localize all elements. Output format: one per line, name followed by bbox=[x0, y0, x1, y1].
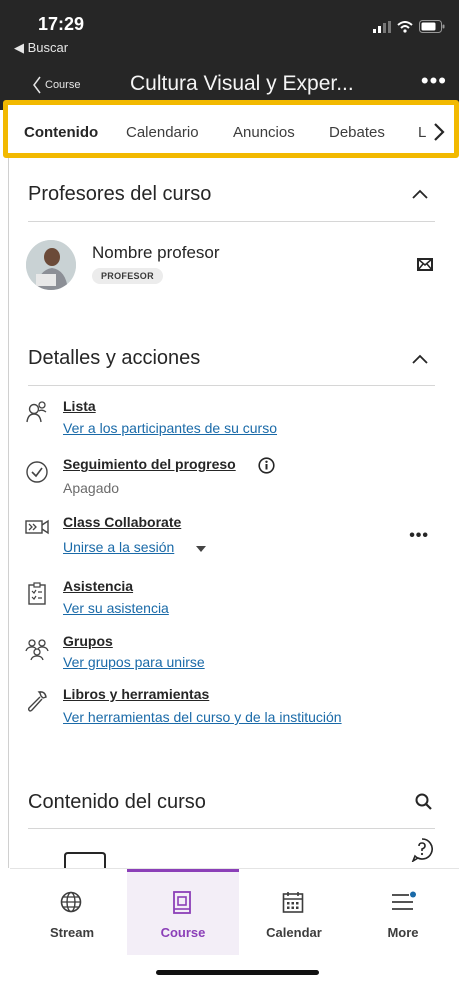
nav-stream-label: Stream bbox=[49, 925, 95, 940]
avatar bbox=[26, 240, 76, 290]
signal-icon bbox=[373, 20, 391, 33]
section-divider bbox=[28, 828, 435, 829]
roster-link[interactable]: Ver a los participantes de su curso bbox=[63, 420, 277, 436]
globe-icon bbox=[60, 891, 82, 913]
collaborate-icon bbox=[25, 519, 49, 535]
caret-down-icon[interactable] bbox=[196, 546, 206, 553]
calendar-icon bbox=[282, 892, 304, 913]
instructor-name[interactable]: Nombre profesor bbox=[92, 243, 220, 263]
roster-icon bbox=[26, 401, 47, 423]
back-label: Course bbox=[45, 79, 81, 91]
collaborate-title[interactable]: Class Collaborate bbox=[63, 514, 181, 530]
help-icon[interactable] bbox=[411, 838, 433, 862]
search-icon[interactable] bbox=[415, 793, 432, 810]
tab-contenido[interactable]: Contenido bbox=[24, 124, 98, 141]
chevron-up-icon[interactable] bbox=[411, 188, 429, 200]
nav-more-label: More bbox=[387, 925, 419, 940]
info-icon[interactable] bbox=[258, 457, 275, 474]
nav-calendar-label: Calendar bbox=[266, 925, 322, 940]
content-section-title: Contenido del curso bbox=[28, 791, 206, 813]
role-badge: PROFESOR bbox=[92, 268, 163, 284]
section-divider bbox=[28, 221, 435, 222]
tab-debates[interactable]: Debates bbox=[329, 124, 385, 141]
wifi-icon bbox=[397, 20, 413, 33]
left-edge-line bbox=[8, 158, 9, 868]
tools-link[interactable]: Ver herramientas del curso y de la insti… bbox=[63, 709, 342, 725]
tools-title[interactable]: Libros y herramientas bbox=[63, 686, 209, 702]
groups-icon bbox=[25, 639, 49, 661]
section-divider bbox=[28, 385, 435, 386]
bottom-nav: Stream Course Calendar More bbox=[10, 868, 459, 955]
tab-calendario[interactable]: Calendario bbox=[126, 124, 199, 141]
course-tabs: Contenido Calendario Anuncios Debates L bbox=[3, 100, 459, 158]
nav-more[interactable]: More bbox=[347, 869, 459, 955]
roster-title[interactable]: Lista bbox=[63, 398, 96, 414]
tab-anuncios[interactable]: Anuncios bbox=[233, 124, 295, 141]
wrench-icon bbox=[27, 691, 47, 712]
groups-title[interactable]: Grupos bbox=[63, 633, 113, 649]
chevron-left-icon bbox=[33, 76, 41, 94]
progress-status: Apagado bbox=[63, 480, 120, 496]
instructors-section-title: Profesores del curso bbox=[28, 183, 212, 205]
menu-icon bbox=[392, 891, 416, 910]
content-item-icon[interactable] bbox=[64, 852, 106, 868]
status-back-link[interactable]: ◀ Buscar bbox=[14, 40, 68, 56]
progress-check-icon bbox=[26, 461, 48, 483]
collaborate-more-button[interactable]: ••• bbox=[409, 527, 429, 545]
nav-course[interactable]: Course bbox=[127, 869, 239, 955]
chevron-right-icon[interactable] bbox=[432, 121, 446, 143]
battery-icon bbox=[419, 20, 445, 33]
tab-libros[interactable]: L bbox=[418, 124, 426, 141]
status-bar: 17:29 ◀ Buscar bbox=[0, 0, 459, 62]
nav-stream[interactable]: Stream bbox=[16, 869, 128, 955]
course-book-icon bbox=[173, 891, 191, 914]
status-icons bbox=[373, 20, 445, 33]
page-title: Cultura Visual y Exper... bbox=[130, 72, 354, 95]
mail-icon[interactable] bbox=[417, 258, 433, 271]
more-options-button[interactable]: ••• bbox=[421, 68, 447, 94]
details-section-title: Detalles y acciones bbox=[28, 347, 201, 369]
groups-link[interactable]: Ver grupos para unirse bbox=[63, 654, 205, 670]
progress-title[interactable]: Seguimiento del progreso bbox=[63, 456, 236, 472]
join-session-link[interactable]: Unirse a la sesión bbox=[63, 539, 174, 555]
back-to-course-button[interactable]: Course bbox=[32, 75, 80, 95]
nav-calendar[interactable]: Calendar bbox=[238, 869, 350, 955]
nav-course-label: Course bbox=[160, 925, 206, 940]
attendance-link[interactable]: Ver su asistencia bbox=[63, 600, 169, 616]
status-time: 17:29 bbox=[38, 14, 85, 34]
attendance-icon bbox=[28, 582, 46, 605]
chevron-up-icon[interactable] bbox=[411, 353, 429, 365]
attendance-title[interactable]: Asistencia bbox=[63, 578, 133, 594]
home-indicator bbox=[156, 970, 319, 975]
